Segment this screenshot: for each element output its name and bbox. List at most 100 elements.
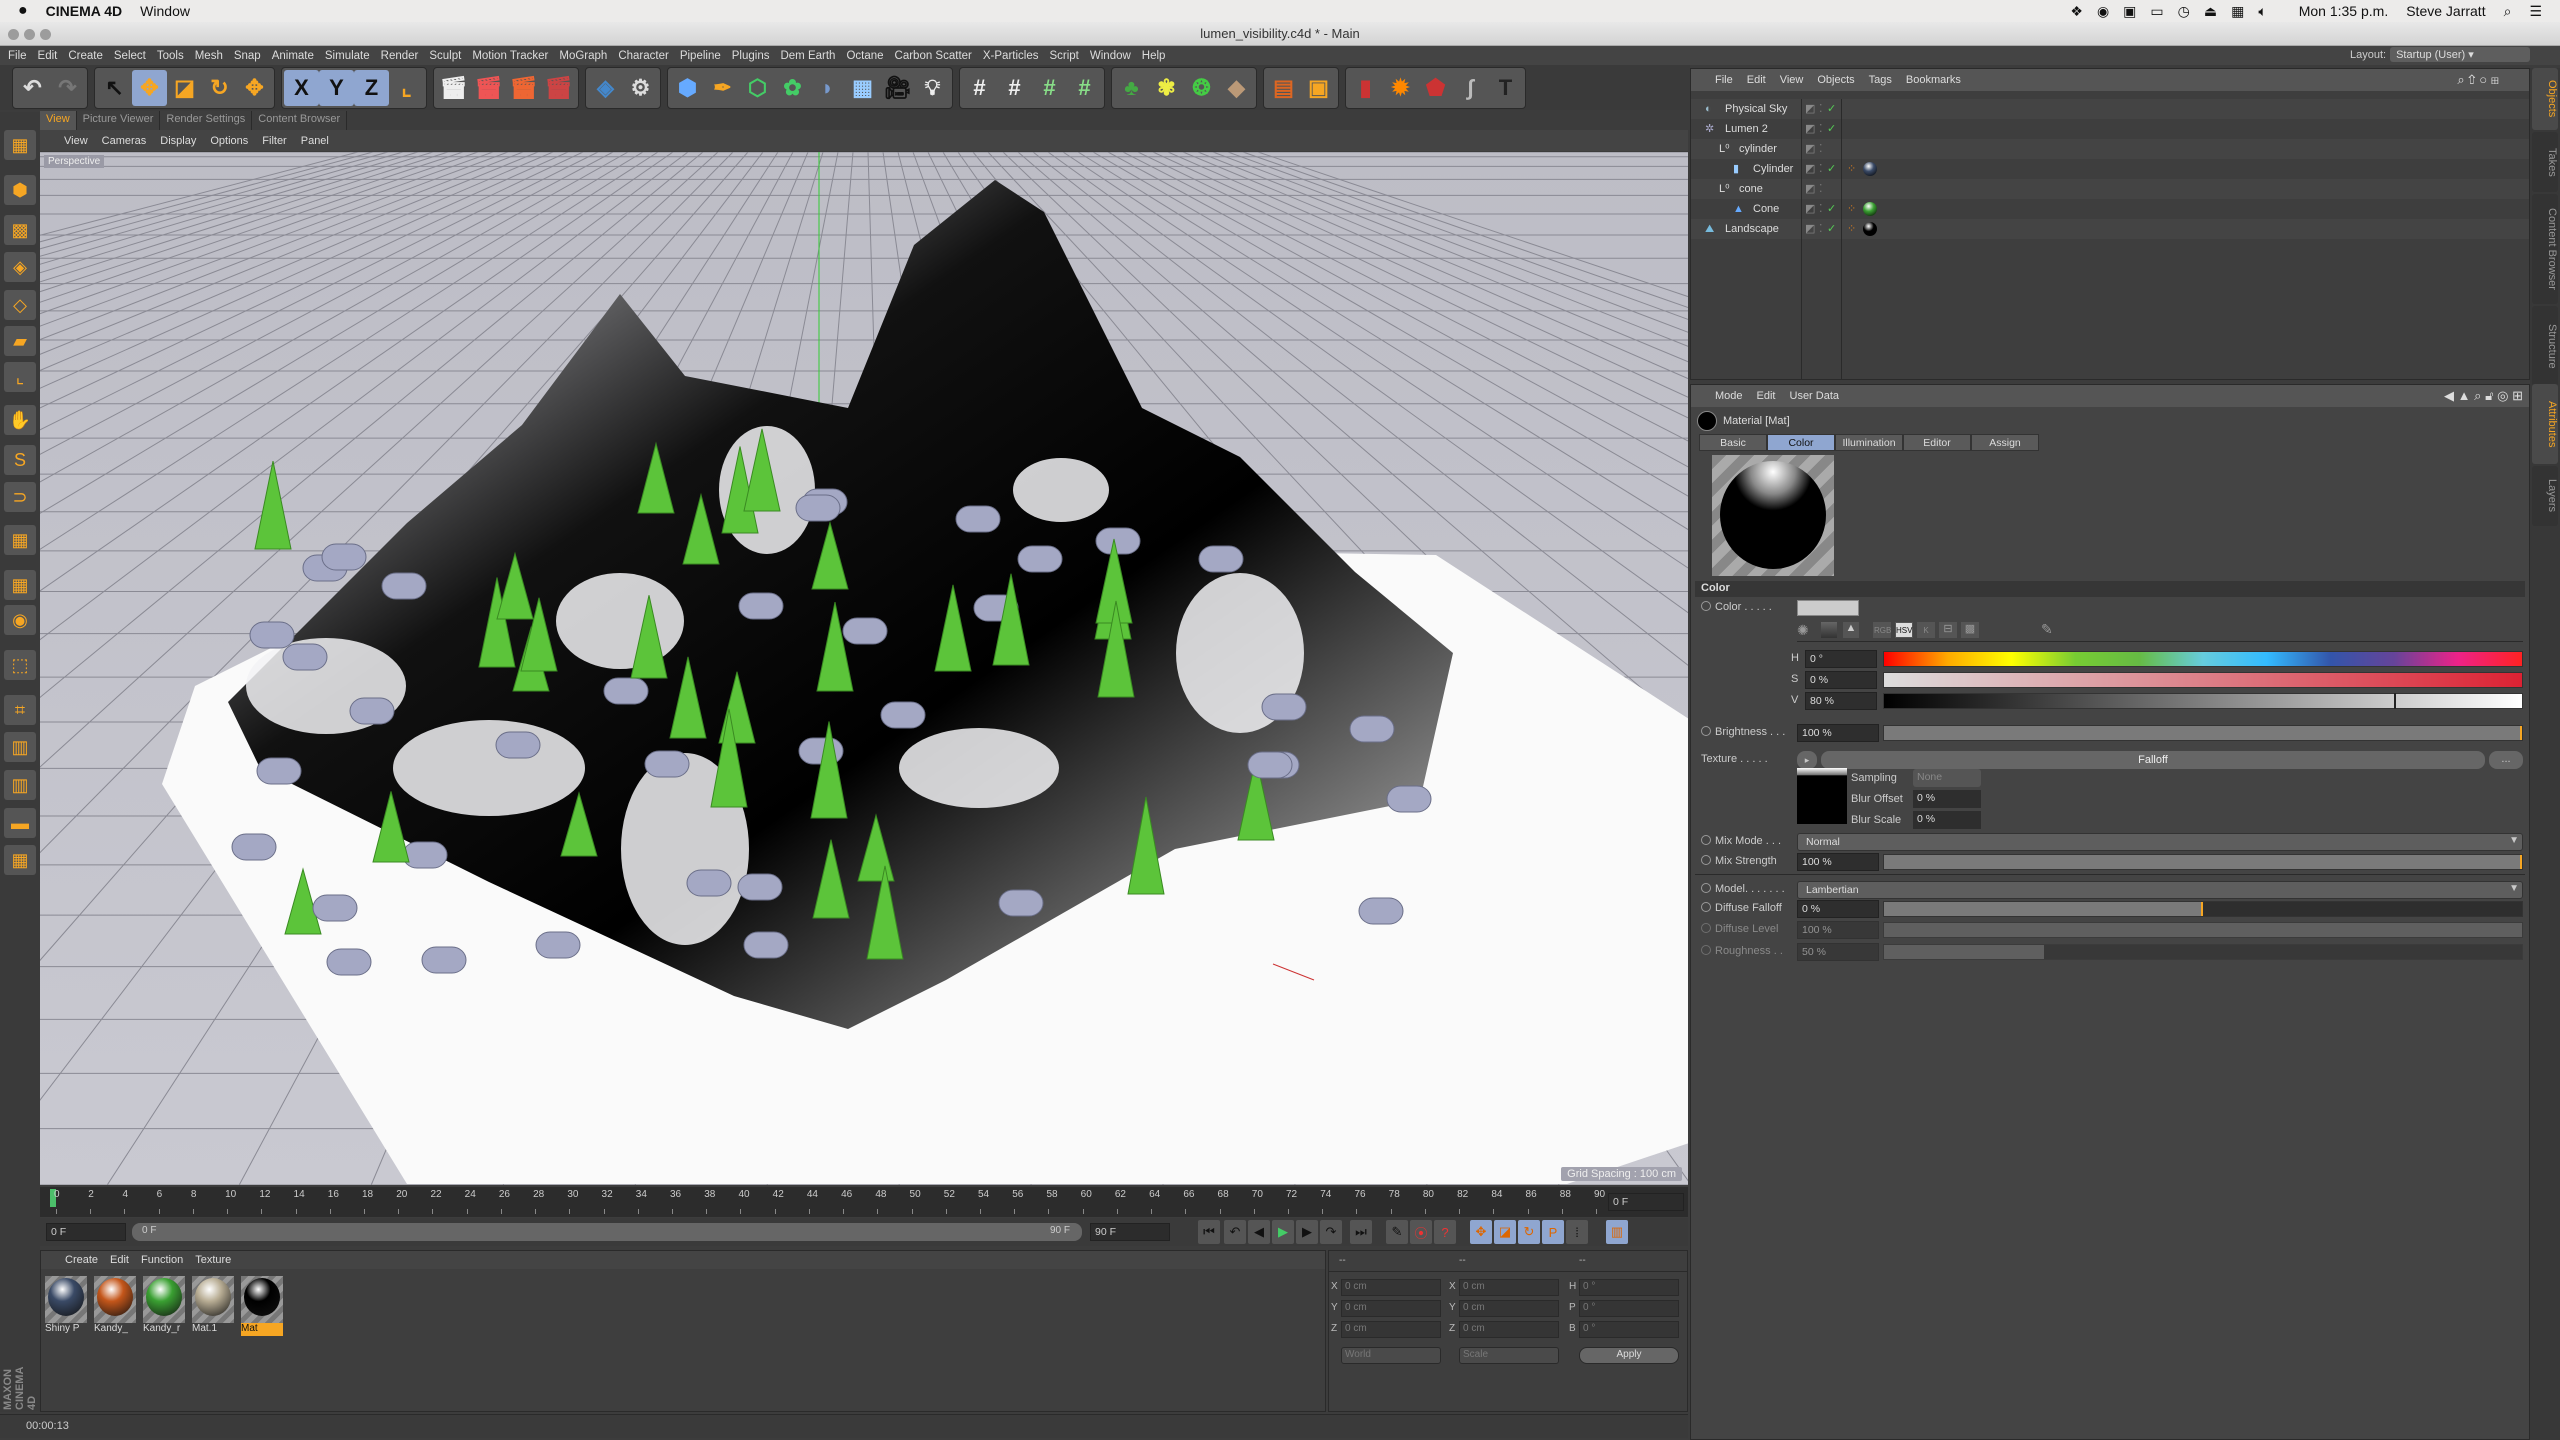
tab-render-settings[interactable]: Render Settings <box>160 111 253 130</box>
menu-window[interactable]: Window <box>1090 50 1131 62</box>
octane-icon[interactable]: ◈ <box>588 70 623 106</box>
side-tab-content-browser[interactable]: Content Browser <box>2532 194 2558 304</box>
up-icon[interactable]: ▲ <box>2458 388 2471 403</box>
layout-1-icon[interactable]: ▥ <box>4 732 36 762</box>
brightness-field[interactable]: 100 % <box>1797 724 1879 742</box>
rock-icon[interactable]: ◆ <box>1219 70 1254 106</box>
frame-icon[interactable]: ▣ <box>1301 70 1336 106</box>
diffuse-level-field[interactable]: 100 % <box>1797 921 1879 939</box>
mix-strength-field[interactable]: 100 % <box>1797 853 1879 871</box>
tree-icon[interactable]: ♣ <box>1114 70 1149 106</box>
new-panel-icon[interactable]: ⊞ <box>2491 72 2499 87</box>
layout-3-icon[interactable]: ▬ <box>4 808 36 838</box>
viewport-menu-panel[interactable]: Panel <box>301 135 329 147</box>
menu-x-particles[interactable]: X-Particles <box>983 50 1039 62</box>
animate-radio[interactable] <box>1701 855 1711 865</box>
deformer-icon[interactable]: ◗ <box>810 70 845 106</box>
blur-offset-field[interactable]: 0 % <box>1913 790 1981 808</box>
recent-tool-icon[interactable]: ✥ <box>237 70 272 106</box>
polygon-grid-2-icon[interactable]: # <box>997 70 1032 106</box>
menu-simulate[interactable]: Simulate <box>325 50 370 62</box>
tab-picture-viewer[interactable]: Picture Viewer <box>76 111 161 130</box>
explosion-icon[interactable]: ✹ <box>1383 70 1418 106</box>
animate-radio[interactable] <box>1701 883 1711 893</box>
render-active-icon[interactable]: 🎬︎ <box>471 70 506 106</box>
eject-icon[interactable]: ⏏ <box>2204 3 2217 19</box>
move-icon[interactable]: ✥ <box>132 69 167 106</box>
layer-icon[interactable]: ◩ <box>1805 219 1815 239</box>
dropbox-icon[interactable]: ❖ <box>2070 3 2083 19</box>
animate-radio[interactable] <box>1701 726 1711 736</box>
layer-icon[interactable]: ◩ <box>1805 159 1815 179</box>
nvidia-icon[interactable]: ◉ <box>2097 3 2109 19</box>
scale-icon[interactable]: ◪ <box>167 70 202 106</box>
roughness-slider[interactable] <box>1883 944 2523 960</box>
menu-file[interactable]: File <box>8 50 27 62</box>
layer-icon[interactable]: ◩ <box>1805 179 1815 199</box>
record-disabled-button[interactable]: ✎ <box>1386 1220 1408 1244</box>
light-icon[interactable]: 💡︎ <box>915 70 950 106</box>
capsule-icon[interactable]: ▮ <box>1348 70 1383 106</box>
model-dropdown[interactable]: Lambertian <box>1797 881 2523 899</box>
apple-icon[interactable]: ● <box>18 2 28 20</box>
visibility-dots-icon[interactable]: ⁚ <box>1819 159 1823 179</box>
current-frame-field[interactable]: 0 F <box>1608 1193 1684 1211</box>
visibility-dots-icon[interactable]: ⁚ <box>1819 139 1823 159</box>
value-slider-knob[interactable] <box>2394 693 2397 709</box>
material-tag-icon[interactable] <box>1863 222 1877 236</box>
eyedropper-icon[interactable]: ✎ <box>2041 621 2053 638</box>
phong-tag-icon[interactable]: ⁘ <box>1847 199 1856 219</box>
layer-icon[interactable]: ◩ <box>1805 119 1815 139</box>
value-field[interactable]: 80 % <box>1805 692 1877 710</box>
brick-icon[interactable]: ▤ <box>1266 70 1301 106</box>
polygon-grid-1-icon[interactable]: # <box>962 70 997 106</box>
layer-icon[interactable]: ◩ <box>1805 199 1815 219</box>
x-axis-icon[interactable]: X <box>284 69 319 106</box>
menu-render[interactable]: Render <box>381 50 419 62</box>
coord-field[interactable]: 0 cm <box>1459 1321 1559 1338</box>
cube-icon[interactable]: ⬢ <box>670 70 705 106</box>
attribute-menu-edit[interactable]: Edit <box>1757 390 1776 402</box>
edit-render-settings-icon[interactable]: 🎬︎ <box>541 70 576 106</box>
enabled-check-icon[interactable]: ✓ <box>1827 159 1836 179</box>
roughness-field[interactable]: 50 % <box>1797 943 1879 961</box>
camera-icon[interactable]: 🎥︎ <box>880 70 915 106</box>
zoom-button[interactable] <box>40 29 51 40</box>
mix-mode-dropdown[interactable]: Normal <box>1797 833 2523 851</box>
layer-icon[interactable]: ◩ <box>1805 139 1815 159</box>
viewport-menu-options[interactable]: Options <box>210 135 248 147</box>
plant-icon[interactable]: ❂ <box>1184 70 1219 106</box>
search-icon[interactable]: ⌕ <box>2457 72 2464 87</box>
magnet-icon[interactable]: ⊃ <box>4 482 36 512</box>
attribute-menu-user-data[interactable]: User Data <box>1790 390 1840 402</box>
menu-motion-tracker[interactable]: Motion Tracker <box>472 50 548 62</box>
phong-tag-icon[interactable]: ⁘ <box>1847 219 1856 239</box>
hue-slider[interactable] <box>1883 651 2523 667</box>
material-swatch[interactable]: Mat.1 <box>192 1276 234 1336</box>
next-frame-button[interactable]: ▶ <box>1296 1220 1318 1244</box>
object-menu-bookmarks[interactable]: Bookmarks <box>1906 74 1961 86</box>
attr-tab-assign[interactable]: Assign <box>1971 434 2039 451</box>
layout-4-icon[interactable]: ▦ <box>4 845 36 875</box>
live-selection-icon[interactable]: ↖ <box>97 70 132 106</box>
coord-field[interactable]: 0 cm <box>1341 1300 1441 1317</box>
blur-scale-field[interactable]: 0 % <box>1913 811 1981 829</box>
prev-key-button[interactable]: ↶ <box>1224 1220 1246 1244</box>
solo-icon[interactable]: ◉ <box>4 605 36 635</box>
coord-field[interactable]: 0 ° <box>1579 1321 1679 1338</box>
layout-2-icon[interactable]: ▥ <box>4 770 36 800</box>
viewport-menu-filter[interactable]: Filter <box>262 135 286 147</box>
viewport[interactable]: Perspective Grid Spacing : 100 cm <box>40 152 1688 1185</box>
coord-mode-dropdown[interactable]: Scale <box>1459 1347 1559 1364</box>
edges-mode-icon[interactable]: ◇ <box>4 290 36 320</box>
attribute-menu-mode[interactable]: Mode <box>1715 390 1743 402</box>
animate-radio[interactable] <box>1701 601 1711 611</box>
points-mode-icon[interactable]: ◈ <box>4 252 36 282</box>
object-menu-file[interactable]: File <box>1715 74 1733 86</box>
object-menu-tags[interactable]: Tags <box>1869 74 1892 86</box>
timeline-window-button[interactable]: ▥ <box>1606 1220 1628 1244</box>
key-position-button[interactable]: ✥ <box>1470 1220 1492 1244</box>
texture-shader-button[interactable]: Falloff <box>1821 751 2485 769</box>
attr-tab-editor[interactable]: Editor <box>1903 434 1971 451</box>
uk-flag-icon[interactable]: ▦ <box>2231 3 2244 19</box>
